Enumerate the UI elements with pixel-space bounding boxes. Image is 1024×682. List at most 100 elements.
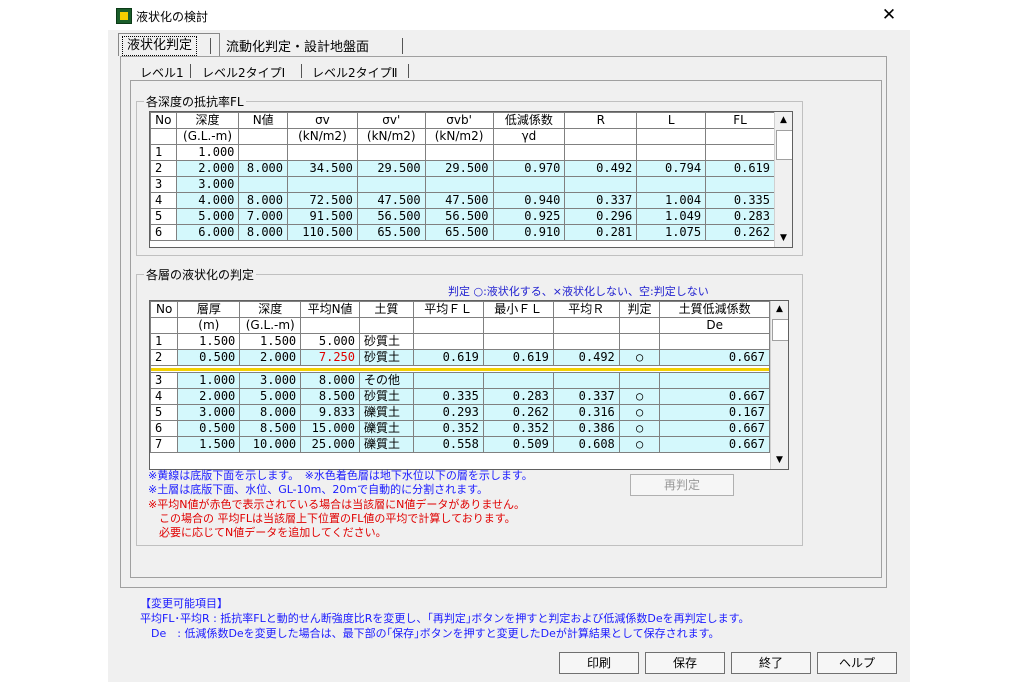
- n-value-cell[interactable]: 8.000: [238, 160, 288, 177]
- layer-table-scrollbar[interactable]: ▲ ▼: [770, 301, 788, 469]
- table-row[interactable]: 4 2.000 5.000 8.500 砂質土 0.335 0.283 0.337 ○ 0.667: [150, 388, 770, 405]
- sigma-vb-cell[interactable]: 56.500: [424, 208, 494, 225]
- thickness-cell[interactable]: 2.000: [177, 388, 241, 405]
- depth-cell[interactable]: 3.000: [175, 176, 240, 193]
- sigma-v-cell[interactable]: [287, 176, 358, 193]
- n-value-cell[interactable]: [238, 176, 288, 193]
- reduction-factor-cell[interactable]: 0.940: [492, 192, 566, 209]
- avg-fl-cell[interactable]: 0.293: [412, 404, 484, 421]
- judgement-cell[interactable]: [618, 372, 661, 389]
- l-cell[interactable]: [636, 144, 707, 161]
- sigma-v-eff-cell[interactable]: [356, 176, 426, 193]
- de-cell[interactable]: 0.667: [659, 436, 770, 453]
- avg-r-cell[interactable]: [552, 372, 620, 389]
- table-row[interactable]: 6 0.500 8.500 15.000 礫質土 0.352 0.352 0.386 ○ 0.66…: [150, 420, 770, 437]
- r-cell[interactable]: 0.492: [564, 160, 638, 177]
- sigma-v-eff-cell[interactable]: 65.500: [356, 224, 426, 241]
- avg-n-cell[interactable]: 15.000: [300, 420, 360, 437]
- table-row[interactable]: 1 1.500 1.500 5.000 砂質土: [150, 333, 770, 350]
- sigma-v-cell[interactable]: 34.500: [287, 160, 358, 177]
- min-fl-cell[interactable]: 0.619: [482, 349, 554, 366]
- n-value-cell[interactable]: [238, 144, 288, 161]
- min-fl-cell[interactable]: [482, 372, 554, 389]
- depth-cell[interactable]: 3.000: [239, 372, 302, 389]
- table-row[interactable]: 4 4.000 8.000 72.500 47.500 47.500 0.940 0.337 1…: [150, 192, 775, 209]
- soil-type-cell[interactable]: 礫質土: [359, 420, 414, 437]
- r-cell[interactable]: 0.281: [564, 224, 638, 241]
- avg-n-cell[interactable]: 9.833: [300, 404, 360, 421]
- avg-fl-cell[interactable]: [412, 372, 484, 389]
- table-row[interactable]: 5 5.000 7.000 91.500 56.500 56.500 0.925 0.296 1…: [150, 208, 775, 225]
- depth-cell[interactable]: 8.500: [239, 420, 302, 437]
- fl-table-scrollbar[interactable]: ▲ ▼: [774, 112, 792, 247]
- thickness-cell[interactable]: 0.500: [177, 349, 241, 366]
- avg-n-cell[interactable]: 25.000: [300, 436, 360, 453]
- sigma-v-eff-cell[interactable]: 47.500: [356, 192, 426, 209]
- thickness-cell[interactable]: 1.500: [177, 436, 241, 453]
- avg-r-cell[interactable]: 0.386: [552, 420, 620, 437]
- avg-r-cell[interactable]: 0.316: [552, 404, 620, 421]
- l-cell[interactable]: 1.049: [636, 208, 707, 225]
- avg-r-cell[interactable]: [552, 333, 620, 350]
- r-cell[interactable]: 0.296: [564, 208, 638, 225]
- table-row[interactable]: 2 0.500 2.000 7.250 砂質土 0.619 0.619 0.492 ○ 0.667: [150, 349, 770, 366]
- table-row[interactable]: 1 1.000: [150, 144, 775, 161]
- depth-cell[interactable]: 8.000: [239, 404, 302, 421]
- r-cell[interactable]: [564, 176, 638, 193]
- n-value-cell[interactable]: 8.000: [238, 192, 288, 209]
- avg-fl-cell[interactable]: 0.619: [412, 349, 484, 366]
- de-cell[interactable]: 0.167: [659, 404, 770, 421]
- layer-table[interactable]: No 層厚 深度 平均N値 土質 平均ＦＬ 最小ＦＬ 平均Ｒ 判定 土質低減係数 (m) (G.L.-…: [149, 300, 789, 470]
- scroll-down-icon[interactable]: ▼: [771, 452, 788, 469]
- sigma-vb-cell[interactable]: 29.500: [424, 160, 494, 177]
- print-button[interactable]: 印刷: [559, 652, 639, 674]
- subtab-level2-type1[interactable]: レベル2タイプⅠ: [202, 64, 285, 81]
- sigma-vb-cell[interactable]: 47.500: [424, 192, 494, 209]
- tab-fluidization[interactable]: 流動化判定・設計地盤面: [226, 36, 369, 55]
- judgement-cell[interactable]: ○: [618, 404, 661, 421]
- min-fl-cell[interactable]: 0.283: [482, 388, 554, 405]
- avg-fl-cell[interactable]: [412, 333, 484, 350]
- scroll-up-icon[interactable]: ▲: [775, 112, 792, 129]
- judgement-cell[interactable]: ○: [618, 349, 661, 366]
- table-row[interactable]: 3 1.000 3.000 8.000 その他: [150, 372, 770, 389]
- de-cell[interactable]: 0.667: [659, 388, 770, 405]
- subtab-level2-type2[interactable]: レベル2タイプⅡ: [312, 64, 398, 81]
- l-cell[interactable]: 0.794: [636, 160, 707, 177]
- soil-type-cell[interactable]: 砂質土: [359, 349, 414, 366]
- r-cell[interactable]: [564, 144, 638, 161]
- fl-table[interactable]: No 深度 N値 σv σv' σvb' 低減係数 R L FL (G.L.-m) (kN/m2) (k…: [149, 111, 793, 248]
- n-value-cell[interactable]: 7.000: [238, 208, 288, 225]
- avg-r-cell[interactable]: 0.492: [552, 349, 620, 366]
- fl-cell[interactable]: 0.283: [705, 208, 775, 225]
- sigma-vb-cell[interactable]: [424, 176, 494, 193]
- end-button[interactable]: 終了: [731, 652, 811, 674]
- l-cell[interactable]: [636, 176, 707, 193]
- help-button[interactable]: ヘルプ: [817, 652, 897, 674]
- avg-fl-cell[interactable]: 0.335: [412, 388, 484, 405]
- subtab-level1[interactable]: レベル1: [140, 64, 184, 81]
- avg-fl-cell[interactable]: 0.352: [412, 420, 484, 437]
- avg-r-cell[interactable]: 0.608: [552, 436, 620, 453]
- fl-cell[interactable]: [705, 144, 775, 161]
- min-fl-cell[interactable]: 0.509: [482, 436, 554, 453]
- scroll-thumb[interactable]: [772, 319, 788, 341]
- soil-type-cell[interactable]: 砂質土: [359, 333, 414, 350]
- judgement-cell[interactable]: ○: [618, 420, 661, 437]
- reduction-factor-cell[interactable]: 0.910: [492, 224, 566, 241]
- save-button[interactable]: 保存: [645, 652, 725, 674]
- avg-n-cell[interactable]: 8.500: [300, 388, 360, 405]
- scroll-down-icon[interactable]: ▼: [775, 230, 792, 247]
- sigma-v-eff-cell[interactable]: 29.500: [356, 160, 426, 177]
- soil-type-cell[interactable]: 礫質土: [359, 404, 414, 421]
- judgement-cell[interactable]: ○: [618, 388, 661, 405]
- reduction-factor-cell[interactable]: 0.925: [492, 208, 566, 225]
- reduction-factor-cell[interactable]: [492, 144, 566, 161]
- avg-r-cell[interactable]: 0.337: [552, 388, 620, 405]
- fl-cell[interactable]: 0.262: [705, 224, 775, 241]
- r-cell[interactable]: 0.337: [564, 192, 638, 209]
- table-row[interactable]: 3 3.000: [150, 176, 775, 193]
- thickness-cell[interactable]: 1.500: [177, 333, 241, 350]
- thickness-cell[interactable]: 1.000: [177, 372, 241, 389]
- sigma-v-cell[interactable]: 72.500: [287, 192, 358, 209]
